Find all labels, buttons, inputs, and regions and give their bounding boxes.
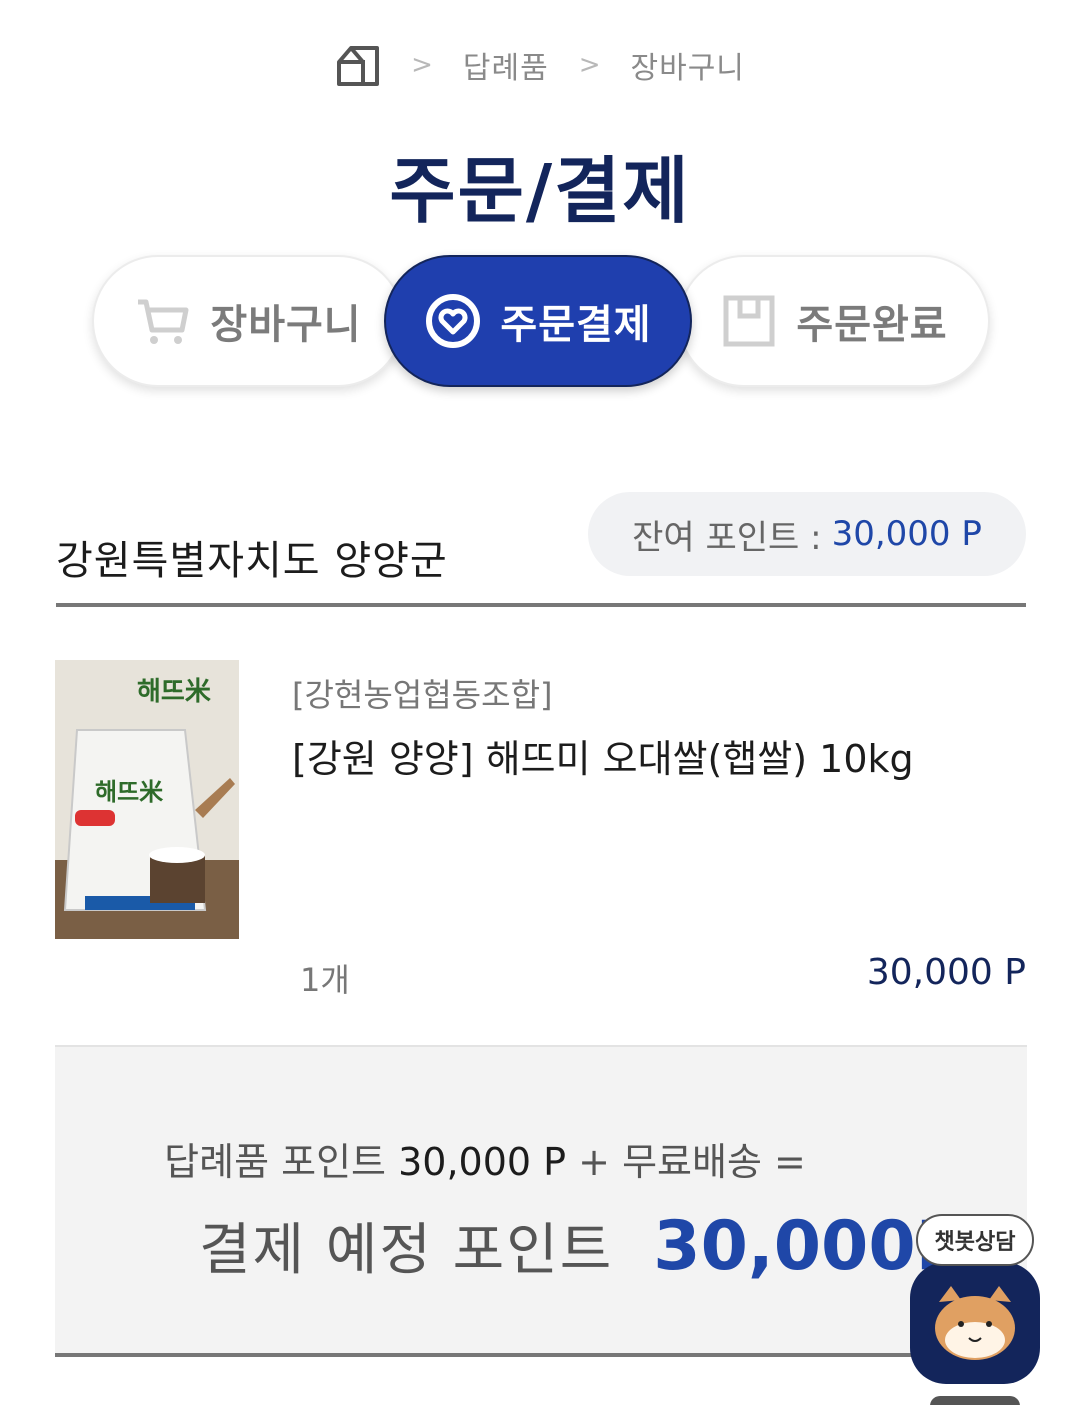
home-icon[interactable] <box>335 42 381 88</box>
remaining-points-badge: 잔여 포인트 : 30,000 P <box>588 492 1026 576</box>
divider <box>55 1353 1027 1357</box>
breadcrumb-item-gifts[interactable]: 답례품 <box>463 43 549 87</box>
summary-breakdown: 답례품 포인트 30,000 P + 무료배송 = <box>55 1131 915 1186</box>
summary-points-value: 30,000 P <box>398 1140 567 1184</box>
chatbot-button[interactable] <box>910 1262 1040 1384</box>
product-vendor: [강현농업협동조합] <box>292 676 553 714</box>
step-done-label: 주문완료 <box>796 302 948 348</box>
scroll-top-button[interactable] <box>930 1396 1020 1405</box>
breadcrumb: > 답례품 > 장바구니 <box>0 42 1080 88</box>
step-cart-label: 장바구니 <box>210 302 362 348</box>
step-done[interactable]: 주문완료 <box>678 255 990 387</box>
divider <box>56 603 1026 607</box>
cat-mascot-icon <box>935 1286 1015 1360</box>
product-name[interactable]: [강원 양양] 해뜨미 오대쌀(햅쌀) 10kg <box>292 728 914 783</box>
svg-text:해뜨米: 해뜨米 <box>95 778 163 806</box>
payment-summary: 답례품 포인트 30,000 P + 무료배송 = 결제 예정 포인트 30,0… <box>55 1045 1027 1355</box>
heart-circle-icon <box>424 292 482 350</box>
chevron-right-icon: > <box>578 50 601 80</box>
product-price: 30,000 P <box>866 952 1026 993</box>
step-payment-label: 주문결제 <box>500 302 652 348</box>
product-quantity: 1개 <box>300 961 350 999</box>
breadcrumb-item-cart[interactable]: 장바구니 <box>631 43 745 87</box>
cart-icon <box>134 292 192 350</box>
summary-total: 결제 예정 포인트 30,000P <box>199 1205 966 1286</box>
svg-text:해뜨米: 해뜨米 <box>137 677 211 707</box>
chevron-right-icon: > <box>411 50 433 80</box>
remaining-points-value: 30,000 P <box>831 514 982 554</box>
page-title: 주문/결제 <box>389 149 691 233</box>
step-payment[interactable]: 주문결제 <box>384 255 692 387</box>
product-image[interactable]: 해뜨米 해뜨米 <box>55 660 239 939</box>
summary-points-label: 답례품 포인트 <box>164 1140 386 1184</box>
total-points-label: 결제 예정 포인트 <box>199 1218 614 1283</box>
summary-shipping-label: + 무료배송 = <box>578 1140 806 1184</box>
chatbot-widget[interactable]: 챗봇상담 <box>906 1214 1046 1389</box>
remaining-points-label: 잔여 포인트 : <box>632 517 822 558</box>
chatbot-label[interactable]: 챗봇상담 <box>916 1214 1034 1266</box>
order-steps: 장바구니 주문완료 주문결제 <box>92 255 990 387</box>
box-icon <box>720 292 778 350</box>
region-name: 강원특별자치도 양양군 <box>56 538 448 584</box>
step-cart[interactable]: 장바구니 <box>92 255 404 387</box>
